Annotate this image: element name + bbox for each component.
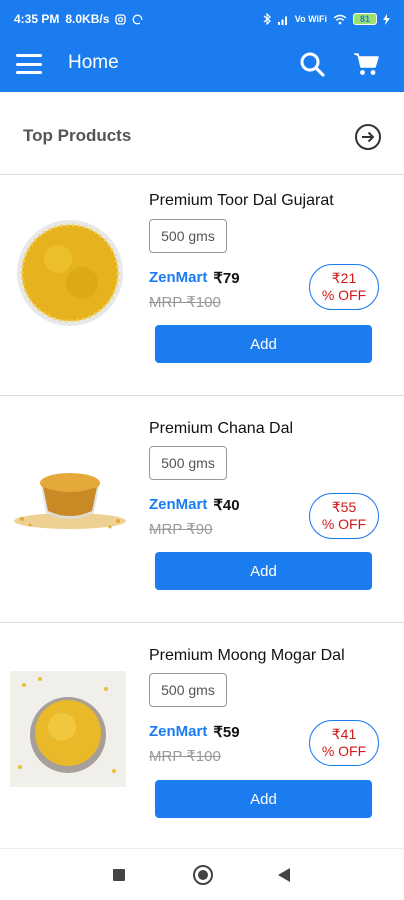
page-title: Home — [68, 52, 119, 73]
add-button[interactable]: Add — [155, 552, 372, 590]
product-card: Premium Moong Mogar Dal 500 gms ZenMart … — [0, 623, 404, 849]
mrp-label: MRP ₹100 — [149, 294, 221, 311]
section-header: Top Products — [0, 112, 404, 162]
price-label: ₹79 — [213, 270, 240, 287]
status-time: 4:35 PM — [14, 12, 60, 26]
screen-record-icon — [132, 14, 144, 24]
recents-icon[interactable] — [113, 869, 125, 881]
product-name: Premium Moong Mogar Dal — [149, 647, 345, 664]
back-icon[interactable] — [278, 868, 290, 882]
discount-amount: ₹55 — [331, 499, 357, 515]
discount-amount: ₹41 — [331, 726, 357, 742]
discount-badge: ₹55 % OFF — [309, 493, 379, 539]
brand-label: ZenMart — [149, 496, 208, 513]
status-right: Vo WiFi 81 — [263, 13, 390, 25]
add-button[interactable]: Add — [155, 325, 372, 363]
discount-badge: ₹41 % OFF — [309, 720, 379, 766]
price-label: ₹59 — [213, 724, 240, 741]
status-bar: 4:35 PM 8.0KB/s Vo WiFi 81 — [0, 0, 404, 38]
network-label: Vo WiFi — [294, 14, 327, 24]
price-label: ₹40 — [213, 497, 240, 514]
price-row: ZenMart ₹59 — [149, 723, 240, 741]
system-nav-bar — [0, 848, 404, 900]
wifi-icon — [333, 14, 347, 24]
product-name: Premium Chana Dal — [149, 420, 294, 437]
add-button[interactable]: Add — [155, 780, 372, 818]
weight-select[interactable]: 500 gms — [149, 446, 227, 480]
product-name: Premium Toor Dal Gujarat — [149, 192, 334, 209]
section-title: Top Products — [23, 126, 132, 145]
brand-label: ZenMart — [149, 269, 208, 286]
cart-icon[interactable] — [352, 50, 380, 78]
weight-select[interactable]: 500 gms — [149, 219, 227, 253]
weight-select[interactable]: 500 gms — [149, 673, 227, 707]
discount-badge: ₹21 % OFF — [309, 264, 379, 310]
mrp-label: MRP ₹90 — [149, 521, 213, 538]
product-image[interactable] — [10, 451, 130, 571]
discount-label: % OFF — [321, 516, 367, 532]
bluetooth-icon — [263, 13, 271, 25]
status-speed: 8.0KB/s — [65, 12, 110, 26]
discount-label: % OFF — [321, 287, 367, 303]
arrow-right-circle-icon[interactable] — [355, 124, 381, 150]
signal-icon — [277, 16, 287, 25]
home-icon[interactable] — [193, 865, 213, 885]
price-row: ZenMart ₹40 — [149, 496, 240, 514]
product-card: Premium Chana Dal 500 gms ZenMart ₹40 MR… — [0, 396, 404, 622]
product-image[interactable] — [10, 671, 126, 787]
status-left: 4:35 PM 8.0KB/s — [14, 12, 144, 26]
price-row: ZenMart ₹79 — [149, 269, 240, 287]
battery-icon: 81 — [353, 13, 377, 25]
discount-label: % OFF — [321, 743, 367, 759]
charging-icon — [383, 13, 390, 25]
product-card: Premium Toor Dal Gujarat 500 gms ZenMart… — [0, 175, 404, 401]
brand-label: ZenMart — [149, 723, 208, 740]
search-icon[interactable] — [298, 50, 326, 78]
mrp-label: MRP ₹100 — [149, 748, 221, 765]
menu-icon[interactable] — [16, 52, 42, 76]
app-bar: Home — [0, 38, 404, 92]
instagram-icon — [115, 13, 127, 25]
discount-amount: ₹21 — [331, 270, 357, 286]
product-image[interactable] — [10, 213, 130, 333]
